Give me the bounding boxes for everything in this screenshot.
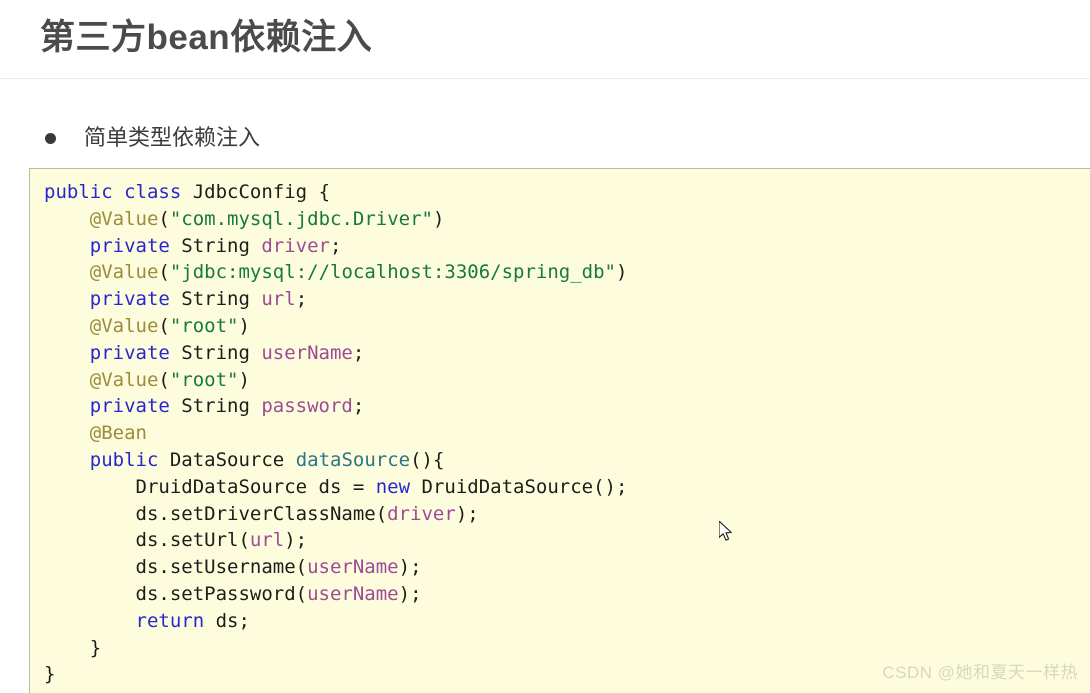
code-token: private <box>89 288 170 311</box>
code-line: @Value("root") <box>44 315 250 337</box>
code-token: "jdbc:mysql://localhost:3306/spring_db" <box>169 261 616 284</box>
code-token: ; <box>352 395 365 418</box>
code-line: ds.setUrl(url); <box>44 529 308 552</box>
code-token: ) <box>238 314 250 337</box>
code-line: } <box>44 663 55 685</box>
code-token: ) <box>615 261 628 284</box>
code-token: ds.setUsername( <box>44 556 308 579</box>
code-line: private String password; <box>44 395 365 418</box>
code-line: private String driver; <box>44 234 342 257</box>
code-token: ( <box>158 314 170 337</box>
code-token: url <box>249 529 285 552</box>
page-title: 第三方bean依赖注入 <box>40 18 373 57</box>
code-token: ; <box>295 288 308 311</box>
code-token: ds.setDriverClassName( <box>44 502 388 525</box>
code-token: (){ <box>410 448 445 471</box>
code-token: "root" <box>169 314 239 337</box>
code-token: @Bean <box>89 422 147 445</box>
code-content: public class JdbcConfig { @Value("com.my… <box>44 179 1090 688</box>
code-block[interactable]: public class JdbcConfig { @Value("com.my… <box>29 168 1090 693</box>
code-token: userName <box>307 556 399 579</box>
code-token: password <box>261 395 353 418</box>
page-root: 第三方bean依赖注入 简单类型依赖注入 public class JdbcCo… <box>0 0 1090 693</box>
code-token: ); <box>455 502 479 525</box>
code-token: ds.setPassword( <box>44 582 308 605</box>
code-token: String <box>169 234 262 257</box>
code-token: private <box>89 234 170 257</box>
code-token: private <box>89 341 170 364</box>
code-line: ds.setUsername(userName); <box>44 556 422 578</box>
code-token: DataSource <box>158 448 296 471</box>
code-token: driver <box>387 502 456 525</box>
code-token: ds.setUrl( <box>44 529 250 552</box>
code-line: public class JdbcConfig { <box>44 181 330 203</box>
code-token: DruidDataSource ds = <box>44 475 376 498</box>
code-token: "root" <box>169 368 239 391</box>
code-token: } <box>44 663 56 686</box>
code-token: ( <box>158 368 170 391</box>
code-token: public <box>44 181 113 203</box>
code-token: String <box>169 288 262 311</box>
code-token: driver <box>261 234 330 257</box>
code-token: public <box>89 448 159 471</box>
page-header: 第三方bean依赖注入 <box>0 0 1090 79</box>
code-token: JdbcConfig { <box>181 181 331 203</box>
code-token: @Value <box>89 368 159 391</box>
code-token: ( <box>158 207 170 230</box>
code-token: ; <box>352 341 365 364</box>
code-token: String <box>169 395 262 418</box>
code-token: @Value <box>89 207 159 230</box>
code-token: ds; <box>204 609 250 632</box>
code-token: ; <box>330 234 342 257</box>
code-line: ds.setPassword(userName); <box>44 583 422 605</box>
bullet-dot-icon <box>45 132 56 144</box>
code-token: return <box>135 609 205 632</box>
code-line: @Value("com.mysql.jdbc.Driver") <box>44 207 445 230</box>
code-line: private String url; <box>44 288 307 310</box>
bullet-list-item: 简单类型依赖注入 <box>0 118 1090 158</box>
code-line: ds.setDriverClassName(driver); <box>44 503 479 525</box>
code-line: public DataSource dataSource(){ <box>44 448 445 471</box>
code-token: ( <box>158 261 170 284</box>
code-line: @Bean <box>44 422 147 444</box>
code-token: private <box>89 395 170 418</box>
code-line: @Value("root") <box>44 369 250 391</box>
code-token: ); <box>398 556 422 579</box>
code-token: ); <box>284 529 308 552</box>
code-token: userName <box>307 582 399 605</box>
code-token: dataSource <box>295 448 411 471</box>
code-block-inner: public class JdbcConfig { @Value("com.my… <box>30 169 1090 688</box>
code-token: "com.mysql.jdbc.Driver" <box>169 207 433 230</box>
bullet-item-label: 简单类型依赖注入 <box>84 125 261 150</box>
code-token: String <box>169 341 262 364</box>
code-token: @Value <box>89 314 159 337</box>
code-token: } <box>44 636 102 659</box>
code-token: ) <box>238 368 250 391</box>
code-token: url <box>261 288 296 311</box>
code-token: @Value <box>89 261 159 284</box>
code-line: DruidDataSource ds = new DruidDataSource… <box>44 475 628 498</box>
code-token: ) <box>432 207 445 230</box>
code-token: new <box>375 475 411 498</box>
code-token: ); <box>398 582 422 605</box>
code-token: DruidDataSource(); <box>410 475 628 498</box>
code-token: class <box>124 181 182 203</box>
code-line: @Value("jdbc:mysql://localhost:3306/spri… <box>44 261 628 284</box>
code-line: private String userName; <box>44 341 365 364</box>
code-line: return ds; <box>44 610 250 632</box>
code-token: userName <box>261 341 353 364</box>
code-line: } <box>44 637 101 659</box>
